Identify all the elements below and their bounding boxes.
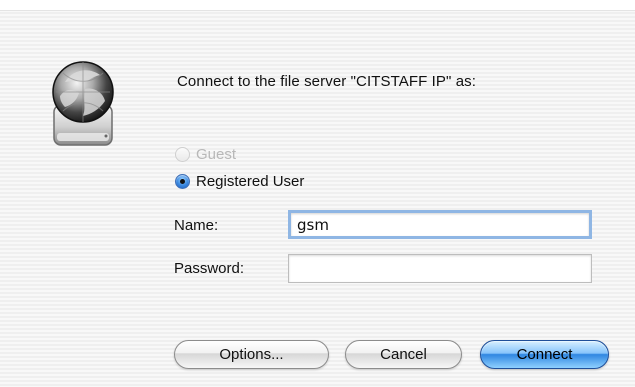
dialog-message: Connect to the file server "CITSTAFF IP"… xyxy=(177,73,477,90)
guest-radio-option: Guest xyxy=(175,146,236,163)
password-field[interactable] xyxy=(288,254,592,283)
name-label: Name: xyxy=(174,217,219,234)
connect-button[interactable]: Connect xyxy=(480,340,609,369)
password-label: Password: xyxy=(174,260,245,277)
connect-to-server-dialog: Connect to the file server "CITSTAFF IP"… xyxy=(0,0,635,387)
registered-user-radio-button[interactable] xyxy=(175,174,190,189)
globe-server-icon xyxy=(52,61,114,146)
registered-user-radio-option[interactable]: Registered User xyxy=(175,173,304,190)
dialog-top-edge xyxy=(0,0,635,10)
name-field[interactable] xyxy=(288,210,592,239)
guest-radio-label: Guest xyxy=(196,146,237,163)
options-button[interactable]: Options... xyxy=(174,340,329,369)
dialog-title-separator xyxy=(0,10,635,11)
cancel-button[interactable]: Cancel xyxy=(345,340,462,369)
registered-user-radio-label[interactable]: Registered User xyxy=(196,173,304,190)
guest-radio-button xyxy=(175,147,190,162)
